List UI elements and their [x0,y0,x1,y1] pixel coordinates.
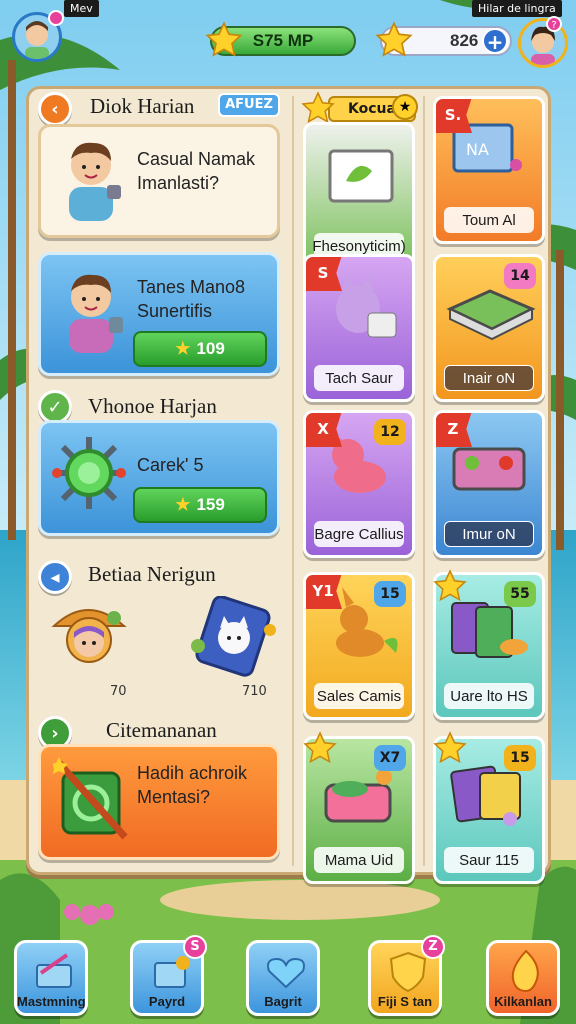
xp-value: S75 MP [252,31,314,50]
sale-ribbon: Z [436,413,472,447]
panel-divider-1 [292,96,294,866]
price-badge: 14 [504,263,536,289]
shop-tile-label: Imur oN [444,521,534,547]
price-badge: 55 [504,581,536,607]
nav-button-4[interactable]: Fiji S tan Z [368,935,445,1016]
shop-tile-label: Uare lto HS [444,683,534,709]
nav-notification-badge: Z [421,935,445,959]
shop-star-icon [301,91,335,124]
boy-character-icon [69,142,121,221]
shop-tile-5[interactable]: X 12 Bagre Callius [303,410,415,558]
price-badge: 15 [504,745,536,771]
sale-ribbon: S. [436,99,472,133]
check-icon: ✓ [38,390,72,424]
heart-icon [267,957,305,989]
player-name-tag: Mev [64,0,99,17]
nav-label: Bagrit [264,994,302,1009]
event-item-1-count: 70 [110,684,127,699]
gem-wheel-icon [52,437,126,509]
cat-card-icon[interactable] [184,596,278,680]
weekly-task-text: Carek' 5 [137,455,204,475]
shop-tile-label: Bagre Callius [314,521,404,547]
tile-star-icon [303,731,337,764]
sale-ribbon: Y1 [306,575,342,609]
nav-button-5[interactable]: Kilkanlan [486,940,560,1016]
shop-tile-label: Sales Camis [314,683,404,709]
panel-divider-2 [423,96,425,866]
shop-tile-label: Inair oN [444,365,534,391]
nav-button-2[interactable]: Payrd S [130,935,207,1016]
reward-card-1-line1: Tanes Mano8 [137,277,246,297]
shop-tile-label: Mama Uid [314,847,404,873]
special-offer-card[interactable]: Hadih achroik Mentasi? [38,744,280,860]
weekly-task-card[interactable]: Carek' 5 ★ 159 [38,420,280,536]
claim-button-1[interactable]: ★ 109 [133,331,267,367]
nav-label: Payrd [148,994,186,1009]
special-offer-line1: Hadih achroik [137,763,248,783]
daily-task-card[interactable]: Casual Namak Imanlasti? [38,124,280,238]
section-daily-title: Diok Harian [90,94,195,118]
price-badge: 15 [374,581,406,607]
friend-notification-badge: ? [546,16,562,32]
shop-tile-4[interactable]: 14 Inair oN [433,254,545,402]
claim-button-2-value: 159 [196,495,225,514]
tile-star-icon [433,731,467,764]
claim-button-1-value: 109 [196,339,225,358]
shop-tile-2[interactable]: NA S. Toum Al [433,96,545,244]
add-coins-button[interactable]: + [482,28,508,54]
shop-tile-label: Saur 115 [444,847,534,873]
price-badge: 12 [374,419,406,445]
shop-tile-7[interactable]: Y1 15 Sales Camis [303,572,415,720]
nav-notification-badge: S [183,935,207,959]
price-badge: X7 [374,745,406,771]
svg-text:NA: NA [466,140,489,159]
section-event-title: Betiaa Nerigun [88,562,216,586]
xp-star-icon [205,21,243,57]
shop-tile-label: Tach Saur [314,365,404,391]
reward-card-1-line2: Sunertifis [137,301,213,321]
shop-tile-3[interactable]: S Tach Saur [303,254,415,402]
hat-girl-icon[interactable] [48,596,130,676]
nav-label: Mastmning [17,994,86,1009]
shop-tile-label: Toum Al [444,207,534,233]
daily-task-line2: Imanlasti? [137,173,220,193]
coin-star-icon [375,21,413,57]
event-item-2-count: 710 [242,684,267,699]
region-name-tag: Hilar de lingra [472,0,562,17]
nav-button-1[interactable]: Mastmning [14,940,88,1016]
nav-label: Kilkanlan [494,994,552,1009]
play-arrow-icon: ◂ [38,560,72,594]
section-special-title: Citemananan [106,718,217,742]
star-icon: ★ [175,339,191,358]
special-offer-line2: Mentasi? [137,787,211,807]
claim-button-2[interactable]: ★ 159 [133,487,267,523]
shop-basket-icon [36,953,72,988]
back-arrow-button[interactable]: ‹ [38,92,72,126]
shop-info-icon[interactable]: ★ [392,94,418,120]
player-notification-badge [48,10,64,26]
star-icon: ★ [175,495,191,514]
flame-icon [511,949,539,993]
section-weekly-title: Vhonoe Harjan [88,394,217,418]
shop-item-art-icon [328,149,394,203]
coins-value: 826 [450,31,479,50]
shop-tile-1[interactable]: Fhesonyticim) [303,122,415,270]
nav-label: Fiji S tan [377,994,433,1009]
tile-star-icon [433,569,467,602]
daily-task-line1: Casual Namak [137,149,256,169]
sale-ribbon: S [306,257,342,291]
section-daily-badge: AFUEZ [218,93,280,117]
magic-wand-icon [53,757,128,840]
boy-holding-item-icon [69,274,123,353]
nav-button-3[interactable]: Bagrit [246,940,320,1016]
reward-card-1[interactable]: Tanes Mano8 Sunertifis ★ 109 [38,252,280,376]
sale-ribbon: X [306,413,342,447]
shop-tile-6[interactable]: Z Imur oN [433,410,545,558]
